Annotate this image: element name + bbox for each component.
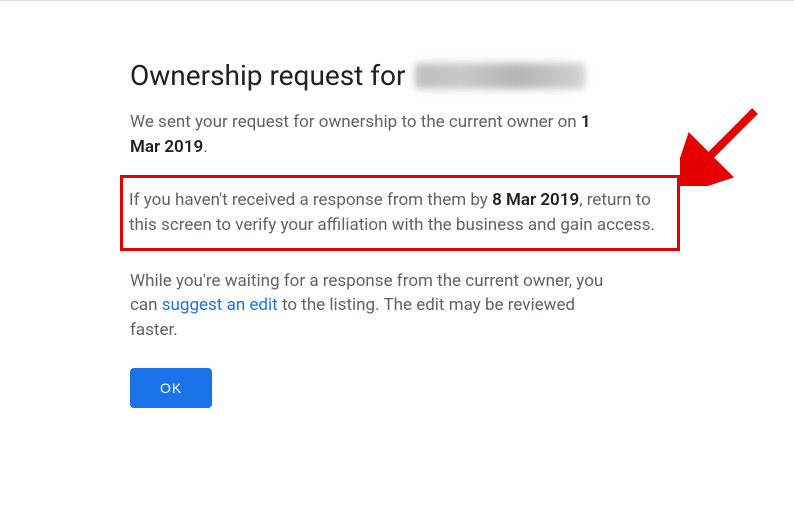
- suggest-edit-link[interactable]: suggest an edit: [162, 295, 278, 315]
- waiting-paragraph: While you're waiting for a response from…: [130, 269, 610, 343]
- deadline-paragraph: If you haven't received a response from …: [129, 188, 667, 237]
- business-name-redacted: [415, 63, 585, 89]
- highlight-box: If you haven't received a response from …: [120, 175, 680, 250]
- page-title: Ownership request for: [130, 59, 620, 92]
- deadline-text-before: If you haven't received a response from …: [129, 190, 492, 210]
- ok-button[interactable]: OK: [130, 368, 212, 408]
- sent-text-before: We sent your request for ownership to th…: [130, 112, 581, 132]
- ownership-request-panel: Ownership request for We sent your reque…: [0, 1, 620, 408]
- sent-text-after: .: [203, 137, 207, 157]
- annotation-arrow-icon: [680, 96, 770, 186]
- heading-prefix: Ownership request for: [130, 59, 405, 92]
- sent-paragraph: We sent your request for ownership to th…: [130, 110, 610, 159]
- deadline-date: 8 Mar 2019: [492, 190, 579, 210]
